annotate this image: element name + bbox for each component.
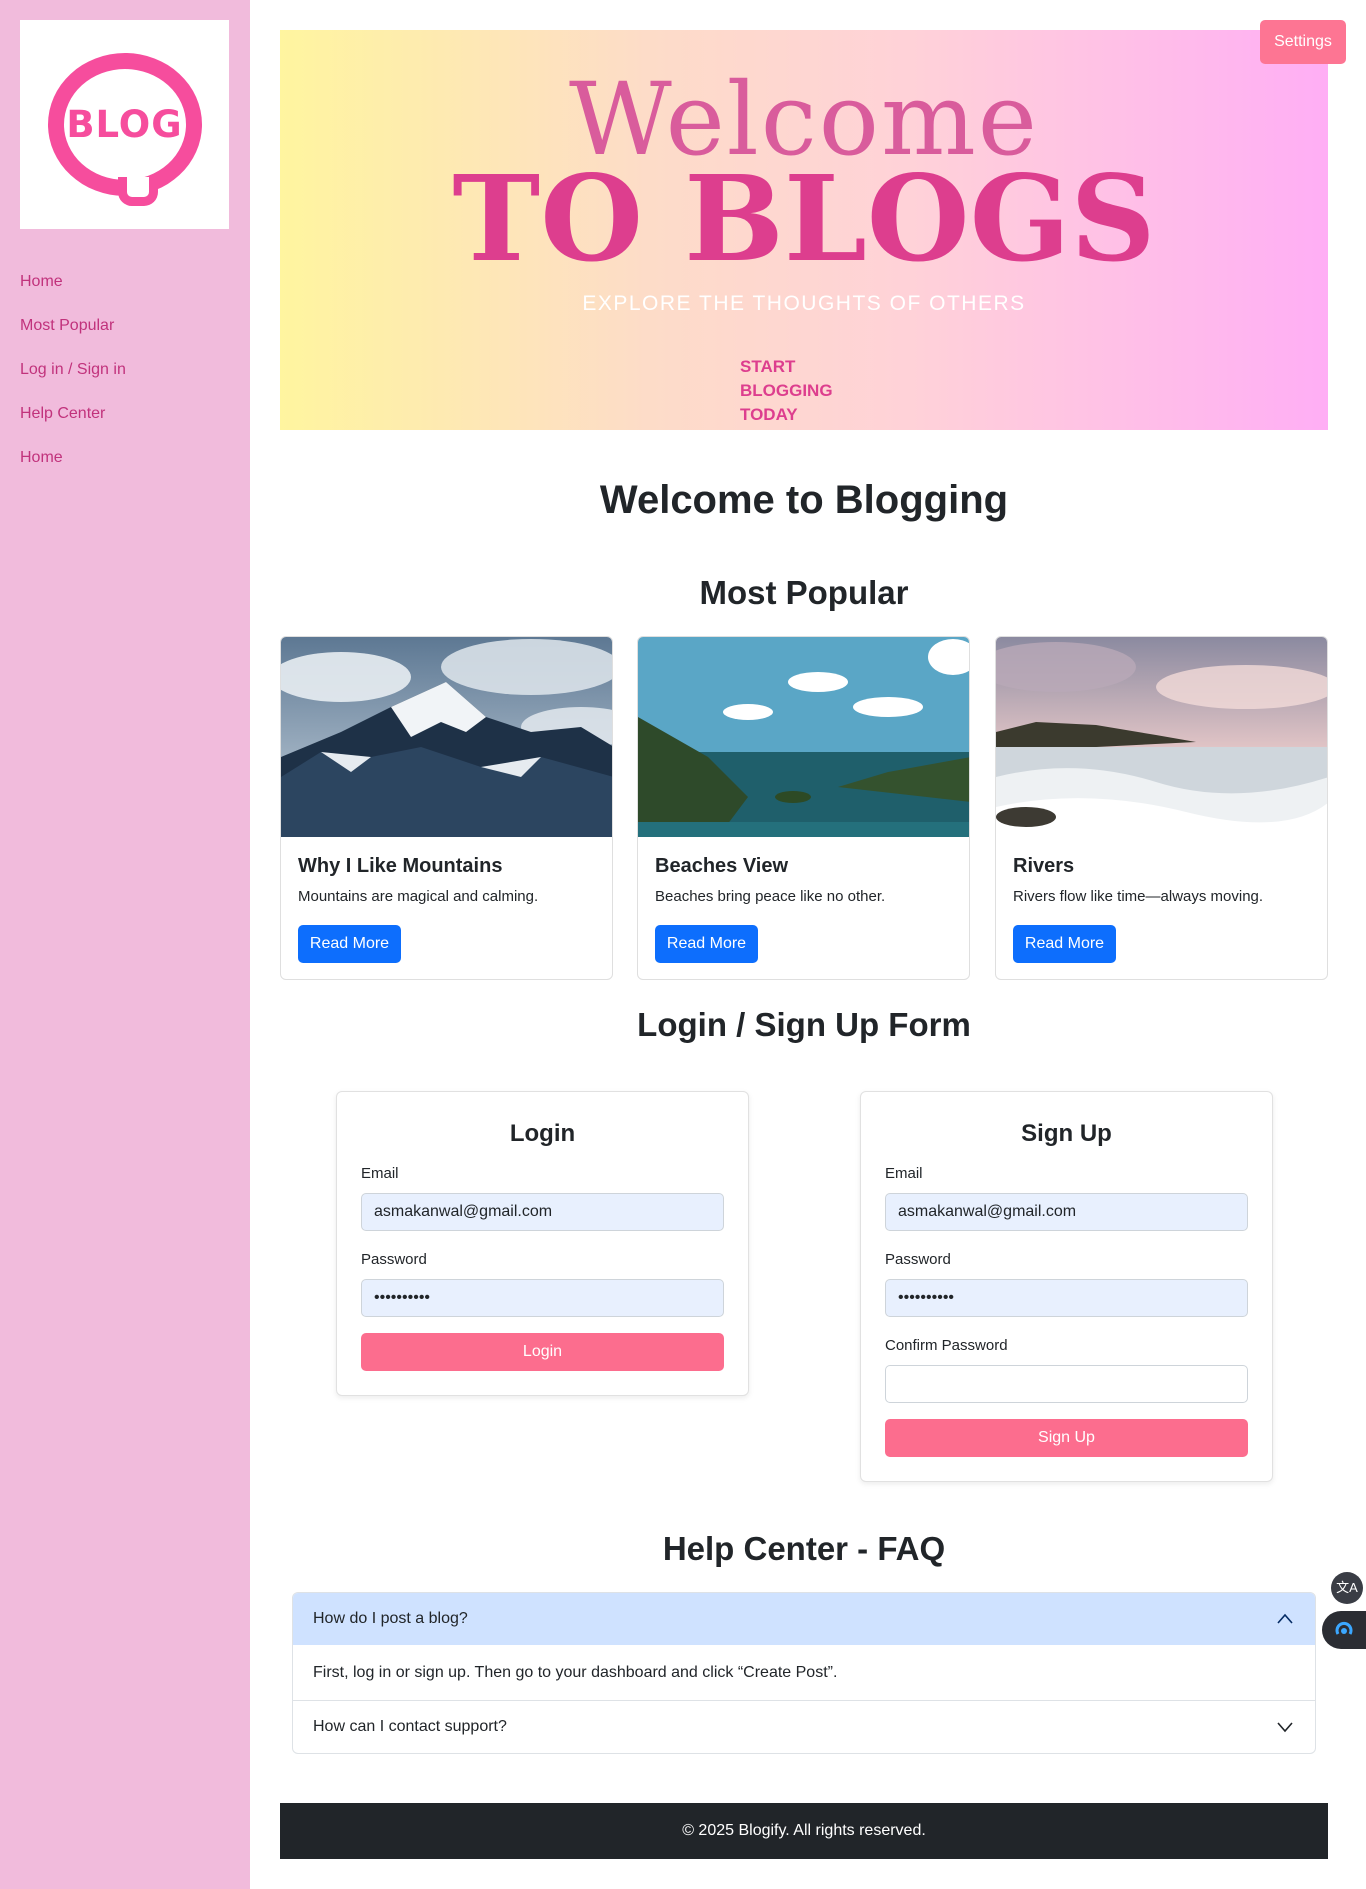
beach-image: [638, 637, 969, 837]
login-password-label: Password: [361, 1251, 427, 1268]
sidebar-nav: Home Most Popular Log in / Sign in Help …: [20, 270, 126, 490]
sidebar-item-help-center[interactable]: Help Center: [20, 402, 126, 446]
faq-answer-1: First, log in or sign up. Then go to you…: [293, 1645, 1315, 1701]
hero-banner: Welcome TO BLOGS EXPLORE THE THOUGHTS OF…: [280, 30, 1328, 430]
section-title-popular: Most Popular: [699, 574, 909, 611]
logo-speech-bubble-icon: BLOG: [47, 53, 202, 206]
hero-title: TO BLOGS: [452, 149, 1156, 288]
page-title: Welcome to Blogging: [599, 478, 1009, 522]
faq-question-text: How can I contact support?: [313, 1718, 507, 1735]
card-text: Beaches bring peace like no other.: [655, 888, 886, 905]
signup-password-field[interactable]: [885, 1279, 1248, 1317]
login-email-label: Email: [361, 1165, 399, 1182]
hero-cta: START BLOGGING TODAY: [740, 355, 850, 427]
card-text: Mountains are magical and calming.: [298, 888, 539, 905]
hero-cta-line: BLOGGING: [740, 381, 833, 400]
blog-card: Beaches View Beaches bring peace like no…: [637, 636, 970, 980]
faq-question-text: How do I post a blog?: [313, 1610, 468, 1627]
signup-email-field[interactable]: [885, 1193, 1248, 1231]
section-title-form: Login / Sign Up Form: [637, 1006, 971, 1043]
login-title: Login: [509, 1120, 576, 1147]
chevron-up-icon: [1277, 1613, 1293, 1624]
login-password-field[interactable]: [361, 1279, 724, 1317]
signup-title: Sign Up: [1021, 1120, 1112, 1147]
translate-icon[interactable]: 文A: [1331, 1572, 1363, 1604]
settings-button[interactable]: Settings: [1260, 20, 1346, 64]
card-title: Why I Like Mountains: [298, 855, 503, 877]
sidebar-item-home[interactable]: Home: [20, 270, 126, 314]
login-button[interactable]: Login: [361, 1333, 724, 1371]
card-title: Beaches View: [655, 855, 789, 877]
faq-question-2[interactable]: How can I contact support?: [293, 1701, 1315, 1753]
faq-question-1[interactable]: How do I post a blog?: [293, 1593, 1315, 1645]
hero-cta-line: START: [740, 357, 796, 376]
sidebar: BLOG Home Most Popular Log in / Sign in …: [0, 0, 250, 1889]
sidebar-item-login[interactable]: Log in / Sign in: [20, 358, 126, 402]
section-title-faq: Help Center - FAQ: [662, 1530, 946, 1567]
read-more-button[interactable]: Read More: [298, 925, 401, 963]
chevron-down-icon: [1277, 1722, 1293, 1733]
logo-text: BLOG: [66, 103, 183, 146]
sidebar-item-home-2[interactable]: Home: [20, 446, 126, 490]
signup-button[interactable]: Sign Up: [885, 1419, 1248, 1457]
read-more-button[interactable]: Read More: [655, 925, 758, 963]
card-title: Rivers: [1013, 855, 1075, 877]
read-more-button[interactable]: Read More: [1013, 925, 1116, 963]
faq-accordion: How do I post a blog? First, log in or s…: [292, 1592, 1316, 1754]
blog-card: Rivers Rivers flow like time—always movi…: [995, 636, 1328, 980]
assistant-icon[interactable]: [1322, 1611, 1366, 1649]
card-text: Rivers flow like time—always moving.: [1013, 888, 1264, 905]
confirm-password-field[interactable]: [885, 1365, 1248, 1403]
confirm-password-label: Confirm Password: [885, 1337, 1008, 1354]
sidebar-item-most-popular[interactable]: Most Popular: [20, 314, 126, 358]
river-image: [996, 637, 1327, 837]
mountain-image: [281, 637, 612, 837]
signup-password-label: Password: [885, 1251, 951, 1268]
logo[interactable]: BLOG: [20, 20, 229, 229]
hero-subtitle: EXPLORE THE THOUGHTS OF OTHERS: [582, 292, 1026, 315]
hero-cta-line: TODAY: [740, 405, 798, 424]
signup-card: Sign Up Email Password Confirm Password …: [860, 1091, 1273, 1482]
blog-card: Why I Like Mountains Mountains are magic…: [280, 636, 613, 980]
signup-email-label: Email: [885, 1165, 923, 1182]
login-email-field[interactable]: [361, 1193, 724, 1231]
footer: © 2025 Blogify. All rights reserved.: [280, 1803, 1328, 1859]
login-card: Login Email Password Login: [336, 1091, 749, 1396]
